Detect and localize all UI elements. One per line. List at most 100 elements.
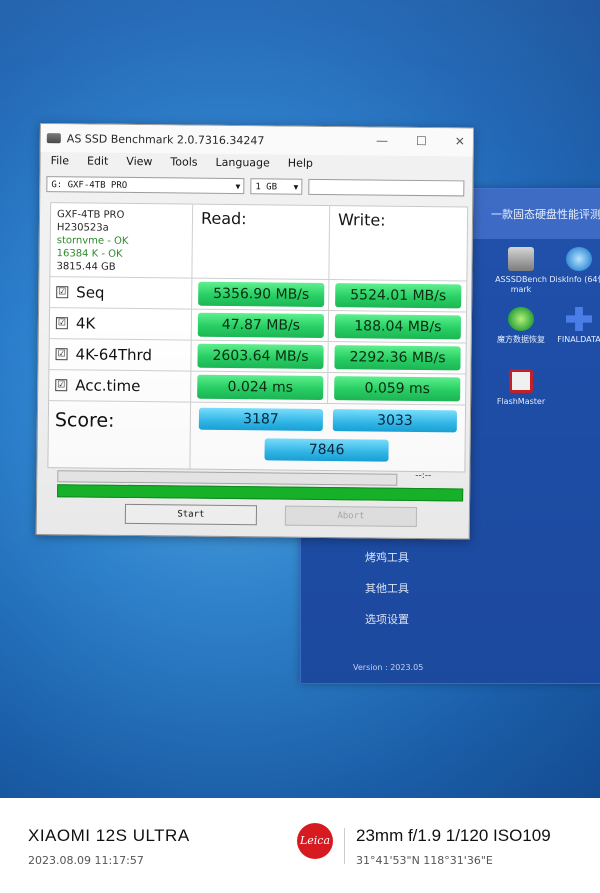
row-4k-64thrd[interactable]: ☑ 4K-64Thrd	[49, 339, 192, 372]
start-button[interactable]: Start	[124, 503, 258, 526]
app-label: DiskInfo (64位)	[549, 275, 600, 284]
launcher-menu: 烤鸡工具 其他工具 选项设置	[365, 549, 409, 642]
chevron-down-icon: ▼	[235, 182, 241, 192]
photo-area: 一款固态硬盘性能评测 ASSSDBench mark DiskInfo (64位…	[0, 0, 600, 798]
menu-other-tools[interactable]: 其他工具	[365, 580, 409, 611]
app-flashmaster[interactable]: FlashMaster	[491, 369, 551, 407]
recovery-icon	[508, 307, 534, 331]
launcher-header: 一款固态硬盘性能评测	[301, 189, 600, 239]
finaldata-icon	[566, 307, 592, 331]
flashmaster-icon	[509, 369, 533, 393]
4k64-read-cell	[191, 340, 329, 374]
acc-write-value: 0.059 ms	[334, 376, 461, 402]
4k64-read-value: 2603.64 MB/s	[197, 343, 324, 369]
checkbox-icon: ☑	[55, 317, 68, 330]
score-total: 7846	[264, 438, 389, 462]
4k64-write-cell	[328, 342, 466, 375]
close-button[interactable]: ✕	[455, 134, 465, 148]
row-seq[interactable]: ☑ Seq	[50, 277, 193, 310]
drive-firmware: H230523a	[56, 222, 109, 234]
app-label: FINALDATA	[557, 335, 600, 344]
app-label: ASSSDBench mark	[495, 275, 547, 294]
photo-caption: XIAOMI 12S ULTRA 2023.08.09 11:17:57 Lei…	[0, 798, 600, 893]
row-4k[interactable]: ☑ 4K	[49, 308, 193, 341]
chevron-down-icon: ▼	[293, 182, 299, 192]
alignment-status: 16384 K - OK	[56, 248, 123, 260]
checkbox-icon: ☑	[55, 348, 68, 361]
gps-coordinates: 31°41'53"N 118°31'36"E	[356, 854, 493, 867]
4k-read-value: 47.87 MB/s	[197, 312, 325, 338]
progress-bar-current	[57, 470, 398, 486]
size-select-value: 1 GB	[255, 182, 278, 193]
drive-info: GXF-4TB PRO H230523a stornvme - OK 16384…	[50, 203, 194, 279]
launcher-version: Version : 2023.05	[353, 663, 424, 672]
disk-icon	[508, 247, 534, 271]
menu-bake-tools[interactable]: 烤鸡工具	[365, 549, 409, 580]
window-controls: — ☐ ✕	[376, 134, 465, 149]
app-recovery[interactable]: 魔方数据恢复	[491, 307, 551, 345]
app-label: 魔方数据恢复	[497, 335, 545, 344]
row-label: 4K	[75, 314, 96, 333]
score-write: 3033	[332, 409, 458, 433]
checkbox-icon: ☑	[56, 286, 69, 299]
menu-tools[interactable]: Tools	[170, 155, 197, 173]
menu-edit[interactable]: Edit	[87, 154, 108, 172]
camera-specs: 23mm f/1.9 1/120 ISO109	[356, 826, 551, 845]
app-diskinfo[interactable]: DiskInfo (64位)	[549, 247, 600, 285]
score-label: Score:	[48, 401, 192, 469]
menu-file[interactable]: File	[50, 154, 70, 172]
score-area	[190, 403, 465, 472]
as-ssd-window: AS SSD Benchmark 2.0.7316.34247 — ☐ ✕ Fi…	[35, 123, 474, 540]
leica-logo: Leica	[297, 823, 333, 859]
minimize-button[interactable]: —	[376, 134, 388, 148]
toolbar: G: GXF-4TB PRO ▼ 1 GB ▼	[46, 176, 466, 198]
checkbox-icon: ☑	[55, 379, 68, 392]
size-select[interactable]: 1 GB ▼	[250, 178, 303, 195]
diskinfo-icon	[566, 247, 592, 271]
title-bar: AS SSD Benchmark 2.0.7316.34247 — ☐ ✕	[40, 124, 473, 157]
acc-write-cell	[328, 373, 466, 406]
row-label: 4K-64Thrd	[75, 345, 153, 365]
capture-datetime: 2023.08.09 11:17:57	[28, 854, 144, 867]
progress-bar-total	[57, 484, 464, 502]
row-label: Seq	[76, 283, 105, 302]
score-read: 3187	[198, 407, 324, 431]
tool-launcher-window: 一款固态硬盘性能评测 ASSSDBench mark DiskInfo (64位…	[300, 188, 600, 684]
4k-write-cell	[328, 311, 467, 344]
menu-bar: File Edit View Tools Language Help	[40, 154, 472, 177]
acc-read-cell	[191, 371, 329, 405]
drive-capacity: 3815.44 GB	[56, 261, 116, 273]
driver-status: stornvme - OK	[56, 235, 129, 247]
drive-select-value: G: GXF-4TB PRO	[51, 180, 128, 191]
acc-read-value: 0.024 ms	[197, 374, 324, 400]
drive-name: GXF-4TB PRO	[56, 209, 125, 221]
app-assssd[interactable]: ASSSDBench mark	[491, 247, 551, 295]
app-icon	[46, 133, 61, 144]
app-finaldata[interactable]: FINALDATA	[549, 307, 600, 345]
row-acc-time[interactable]: ☑ Acc.time	[49, 370, 192, 403]
4k-read-cell	[191, 309, 330, 343]
seq-read-value: 5356.90 MB/s	[198, 281, 325, 307]
read-header: Read:	[192, 204, 331, 281]
menu-help[interactable]: Help	[288, 157, 313, 175]
menu-view[interactable]: View	[126, 155, 152, 173]
caption-divider	[344, 828, 345, 864]
time-remaining: --:--	[415, 470, 432, 482]
maximize-button[interactable]: ☐	[416, 134, 427, 148]
4k64-write-value: 2292.36 MB/s	[334, 345, 461, 371]
row-label: Acc.time	[75, 376, 141, 396]
drive-select[interactable]: G: GXF-4TB PRO ▼	[46, 176, 245, 195]
seq-write-value: 5524.01 MB/s	[335, 283, 462, 309]
seq-read-cell	[192, 278, 330, 312]
seq-write-cell	[329, 280, 467, 313]
app-label: FlashMaster	[496, 397, 546, 406]
device-name: XIAOMI 12S ULTRA	[28, 826, 190, 845]
window-title: AS SSD Benchmark 2.0.7316.34247	[66, 131, 265, 147]
status-textbox[interactable]	[308, 178, 465, 197]
menu-settings[interactable]: 选项设置	[365, 611, 409, 642]
results-grid: GXF-4TB PRO H230523a stornvme - OK 16384…	[47, 202, 469, 473]
abort-button[interactable]: Abort	[284, 505, 417, 527]
4k-write-value: 188.04 MB/s	[334, 314, 462, 340]
menu-language[interactable]: Language	[215, 156, 269, 175]
write-header: Write:	[329, 206, 468, 282]
